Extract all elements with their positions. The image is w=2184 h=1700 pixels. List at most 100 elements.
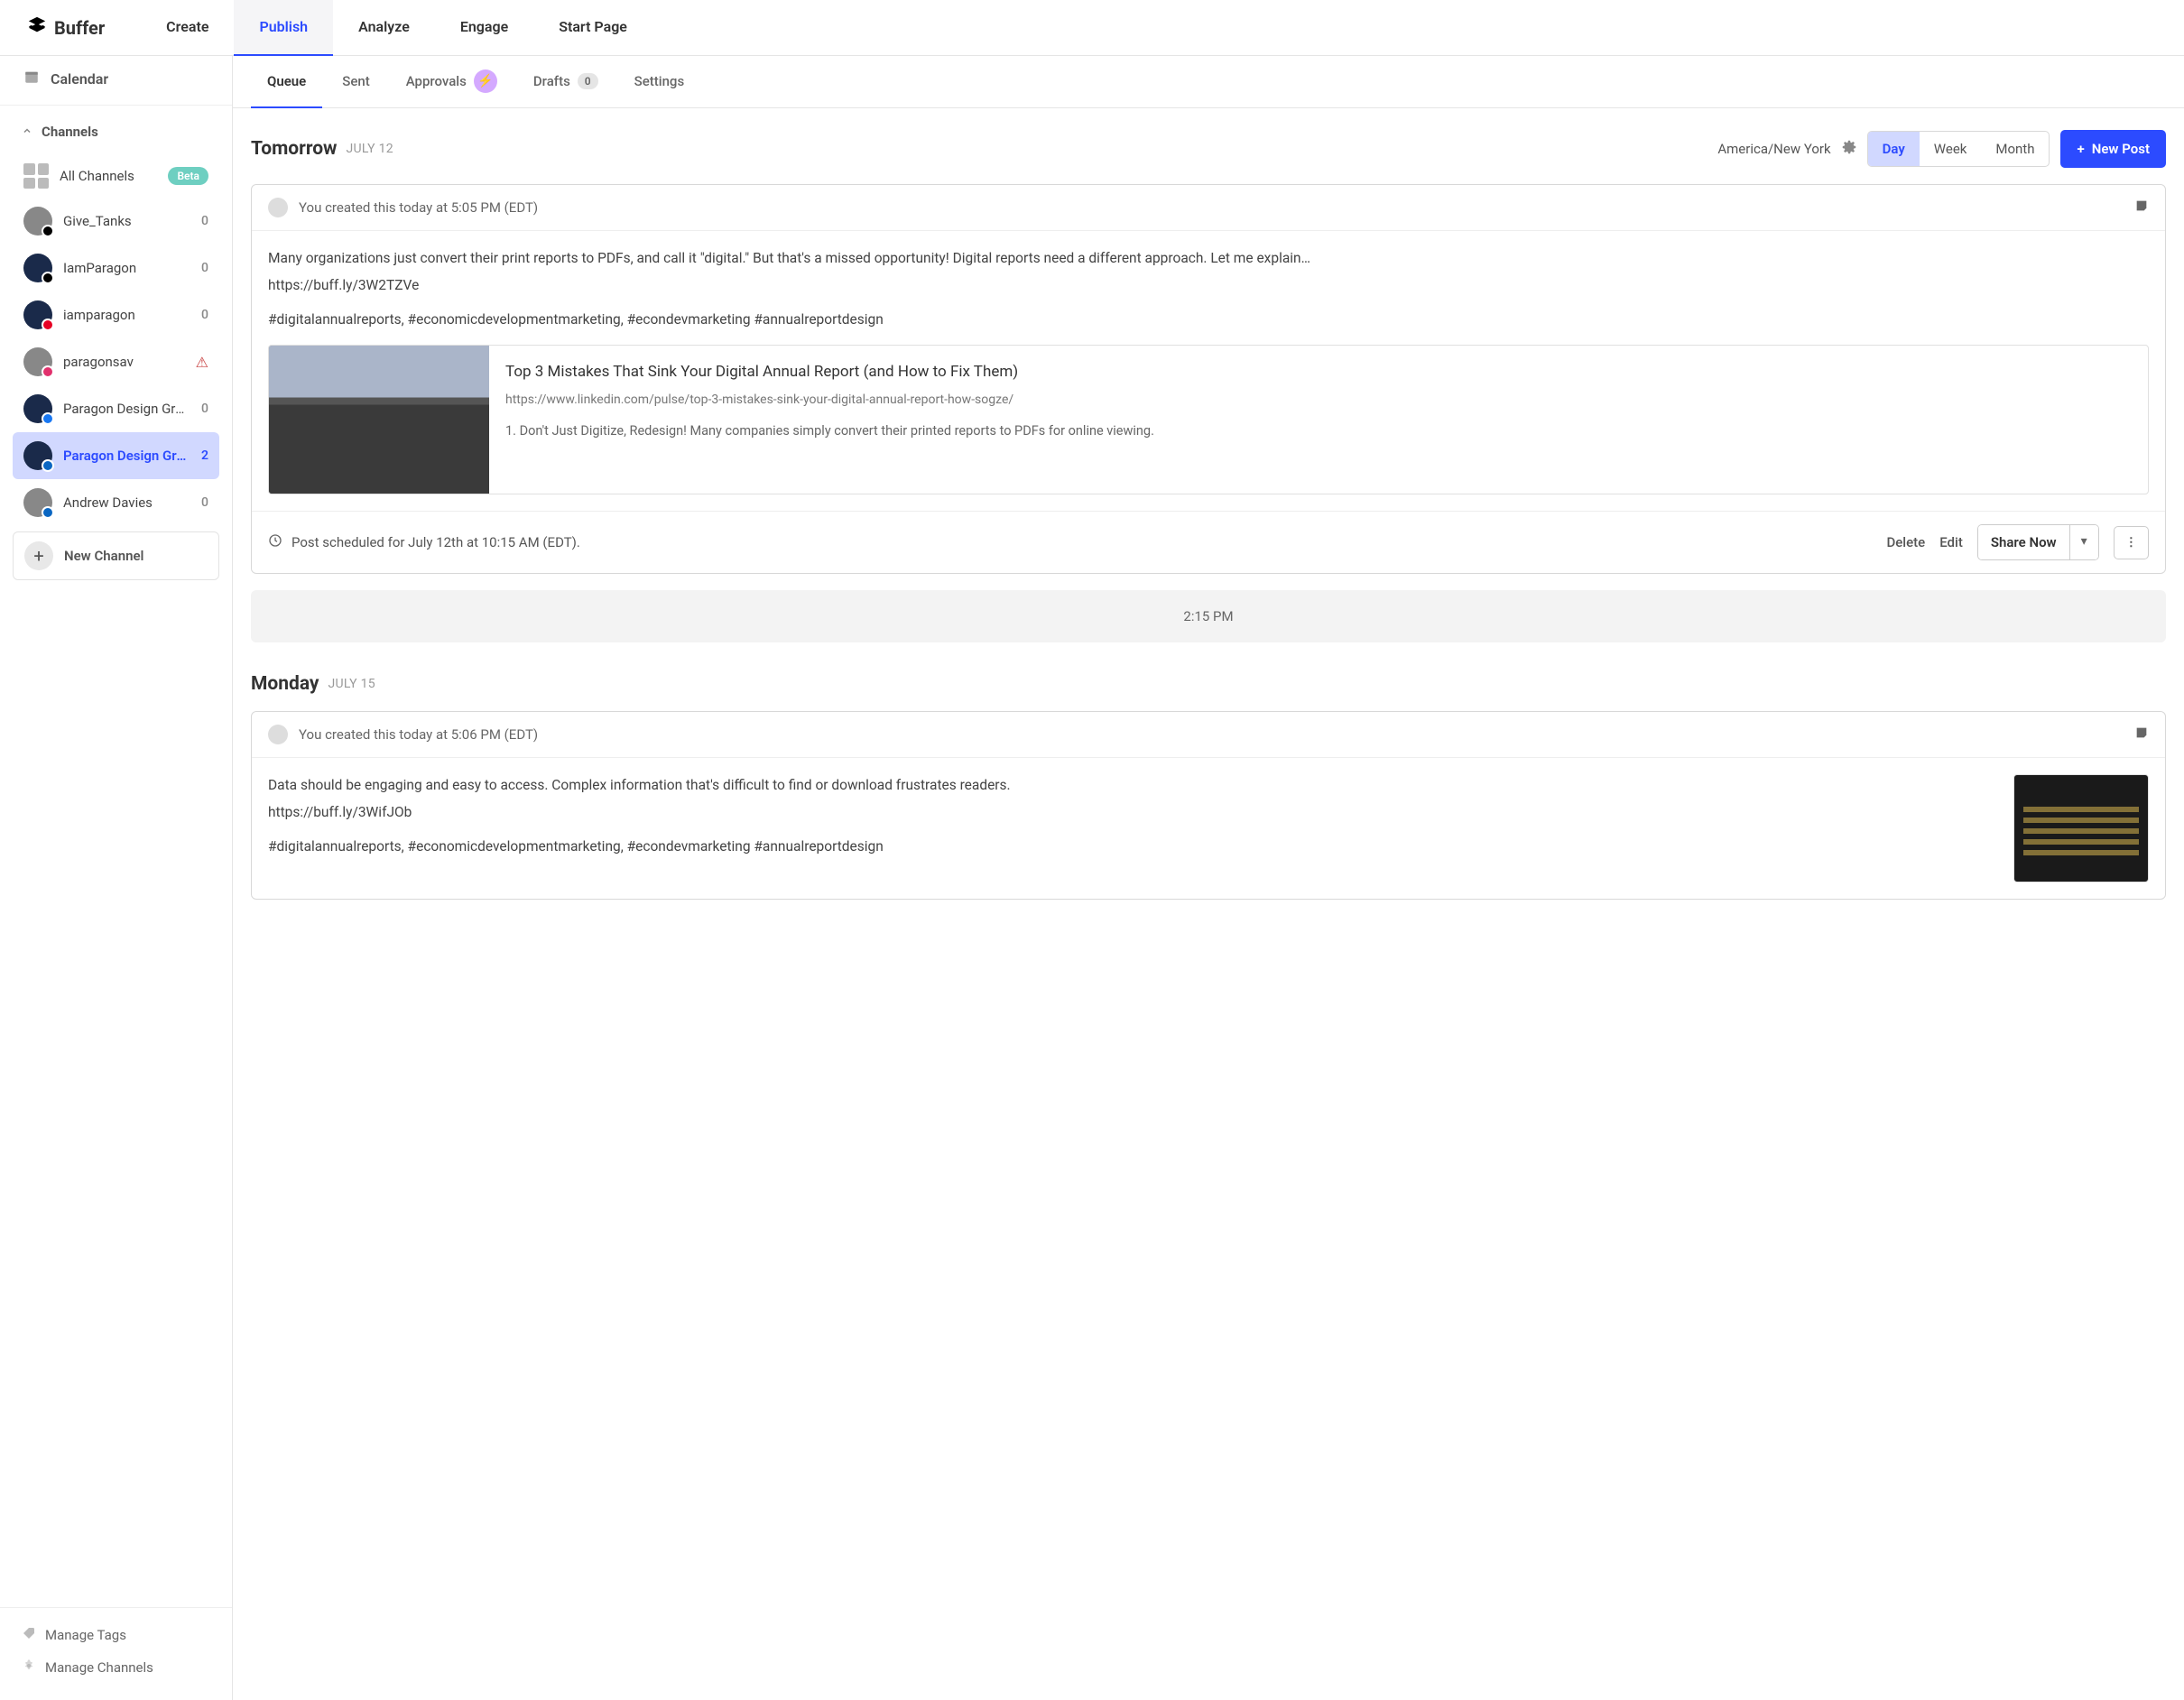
empty-slot[interactable]: 2:15 PM	[251, 590, 2166, 642]
main-content: Queue Sent Approvals ⚡ Drafts 0 Settings…	[233, 56, 2184, 1700]
author-avatar	[268, 198, 288, 217]
share-caret[interactable]: ▾	[2070, 525, 2098, 559]
link-preview[interactable]: Top 3 Mistakes That Sink Your Digital An…	[268, 345, 2149, 494]
drafts-count-badge: 0	[578, 73, 598, 89]
manage-channels[interactable]: Manage Channels	[22, 1651, 217, 1684]
seg-month[interactable]: Month	[1981, 132, 2049, 166]
linkedin-icon	[42, 506, 54, 519]
post-card-header: You created this today at 5:06 PM (EDT)	[252, 712, 2165, 758]
timezone: America/New York	[1717, 141, 1830, 157]
sidebar-item-channel[interactable]: Paragon Design Gro… 0	[13, 385, 219, 432]
post-hashtags: #digitalannualreports, #economicdevelopm…	[268, 309, 2149, 330]
sidebar-item-channel[interactable]: Paragon Design Gro… 2	[13, 432, 219, 479]
avatar	[23, 347, 52, 376]
tab-sent[interactable]: Sent	[326, 56, 385, 108]
nav-start-page[interactable]: Start Page	[533, 0, 652, 56]
avatar	[23, 441, 52, 470]
linkedin-icon	[42, 459, 54, 472]
delete-button[interactable]: Delete	[1886, 534, 1925, 550]
post-footer: Post scheduled for July 12th at 10:15 AM…	[252, 511, 2165, 573]
link-title: Top 3 Mistakes That Sink Your Digital An…	[505, 360, 1154, 383]
manage-tags[interactable]: Manage Tags	[22, 1619, 217, 1651]
instagram-icon	[42, 365, 54, 378]
channel-count: 0	[201, 261, 208, 275]
sidebar-item-channel[interactable]: Give_Tanks 0	[13, 198, 219, 245]
tab-settings[interactable]: Settings	[618, 56, 701, 108]
seg-week[interactable]: Week	[1920, 132, 1982, 166]
channels-header[interactable]: Channels	[0, 106, 232, 154]
note-icon[interactable]	[2134, 199, 2149, 217]
day-header: Monday JULY 15	[233, 668, 2184, 711]
grid-icon	[23, 163, 49, 189]
top-nav: Buffer Create Publish Analyze Engage Sta…	[0, 0, 2184, 56]
tab-queue[interactable]: Queue	[251, 56, 322, 108]
nav-create[interactable]: Create	[141, 0, 234, 56]
sidebar-item-channel[interactable]: paragonsav ⚠	[13, 338, 219, 385]
warning-icon: ⚠	[196, 354, 208, 371]
share-now-button[interactable]: Share Now	[1978, 525, 2070, 559]
channels-header-label: Channels	[42, 124, 98, 140]
x-icon	[42, 272, 54, 284]
tab-approvals[interactable]: Approvals ⚡	[390, 56, 514, 108]
nav-analyze[interactable]: Analyze	[333, 0, 435, 56]
x-icon	[42, 225, 54, 237]
tab-approvals-label: Approvals	[406, 73, 467, 89]
created-text: You created this today at 5:06 PM (EDT)	[299, 726, 538, 743]
tab-drafts[interactable]: Drafts 0	[517, 56, 615, 108]
logo[interactable]: Buffer	[27, 15, 105, 41]
buffer-logo-icon	[27, 15, 47, 41]
channel-count: 0	[201, 308, 208, 322]
post-body: Data should be engaging and easy to acce…	[252, 758, 2165, 899]
avatar	[23, 254, 52, 282]
channel-count: 2	[201, 448, 208, 463]
sidebar-item-channel[interactable]: IamParagon 0	[13, 245, 219, 291]
edit-button[interactable]: Edit	[1939, 534, 1963, 550]
seg-day[interactable]: Day	[1868, 132, 1920, 166]
clock-icon	[268, 533, 282, 551]
schedule-text: Post scheduled for July 12th at 10:15 AM…	[292, 534, 580, 550]
created-text: You created this today at 5:05 PM (EDT)	[299, 199, 538, 216]
post-link-short: https://buff.ly/3WifJOb	[268, 801, 1997, 823]
channel-count: 0	[201, 495, 208, 510]
day-label: Monday	[251, 673, 319, 695]
new-channel-button[interactable]: + New Channel	[13, 531, 219, 580]
new-channel-label: New Channel	[64, 548, 143, 564]
nav-engage[interactable]: Engage	[435, 0, 533, 56]
facebook-icon	[42, 412, 54, 425]
link-url: https://www.linkedin.com/pulse/top-3-mis…	[505, 391, 1154, 411]
link-desc: 1. Don't Just Digitize, Redesign! Many c…	[505, 421, 1154, 441]
nav-publish[interactable]: Publish	[234, 0, 333, 56]
new-post-label: New Post	[2092, 141, 2150, 157]
note-icon[interactable]	[2134, 725, 2149, 744]
brand-name: Buffer	[54, 17, 105, 39]
link-thumbnail	[269, 346, 489, 494]
pinterest-icon	[42, 319, 54, 331]
post-card-header: You created this today at 5:05 PM (EDT)	[252, 185, 2165, 231]
link-meta: Top 3 Mistakes That Sink Your Digital An…	[489, 346, 1171, 494]
channel-name: Give_Tanks	[63, 213, 190, 229]
sidebar-item-all-channels[interactable]: All Channels Beta	[13, 154, 219, 198]
sidebar-calendar[interactable]: Calendar	[0, 56, 232, 106]
post-body: Many organizations just convert their pr…	[252, 231, 2165, 511]
lightning-icon: ⚡	[474, 69, 497, 93]
sidebar-item-channel[interactable]: Andrew Davies 0	[13, 479, 219, 526]
manage-channels-label: Manage Channels	[45, 1659, 153, 1676]
channel-name: All Channels	[60, 168, 157, 184]
post-thumbnail	[2013, 774, 2149, 882]
avatar	[23, 207, 52, 236]
calendar-label: Calendar	[51, 70, 108, 88]
manage-tags-label: Manage Tags	[45, 1627, 126, 1643]
more-button[interactable]: ⋮	[2114, 526, 2149, 559]
channel-name: paragonsav	[63, 354, 185, 370]
plus-icon: +	[2077, 141, 2084, 157]
gear-icon[interactable]	[1842, 140, 1856, 158]
new-post-button[interactable]: + New Post	[2060, 130, 2166, 168]
post-card: You created this today at 5:06 PM (EDT) …	[251, 711, 2166, 900]
sub-tabs: Queue Sent Approvals ⚡ Drafts 0 Settings	[233, 56, 2184, 108]
post-text: Many organizations just convert their pr…	[268, 247, 2149, 269]
post-link-short: https://buff.ly/3W2TZVe	[268, 274, 2149, 296]
avatar	[23, 394, 52, 423]
tab-drafts-label: Drafts	[533, 73, 570, 89]
share-now-button-group: Share Now ▾	[1977, 524, 2099, 560]
sidebar-item-channel[interactable]: iamparagon 0	[13, 291, 219, 338]
